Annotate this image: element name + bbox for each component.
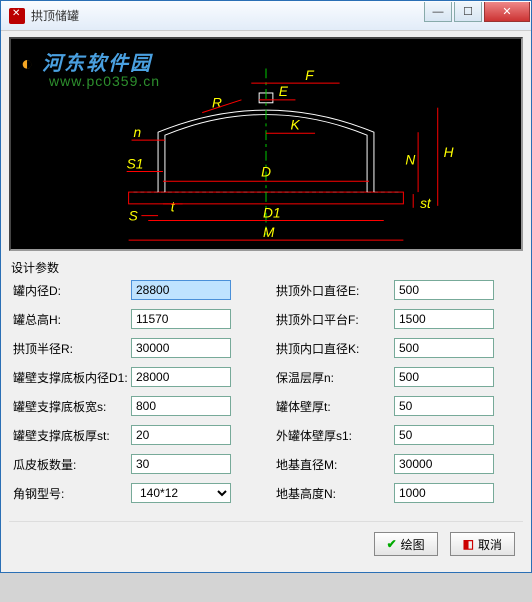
svg-text:K: K: [291, 117, 301, 132]
input-H[interactable]: [131, 309, 231, 329]
label-s: 罐壁支撑底板宽s:: [13, 398, 131, 415]
input-s[interactable]: [131, 396, 231, 416]
svg-text:t: t: [171, 200, 176, 215]
maximize-button[interactable]: ☐: [454, 2, 482, 22]
minimize-button[interactable]: —: [424, 2, 452, 22]
titlebar: 拱顶储罐 — ☐ ✕: [1, 1, 531, 31]
svg-text:H: H: [444, 145, 454, 160]
svg-text:S1: S1: [127, 157, 144, 172]
svg-text:D: D: [261, 164, 271, 179]
label-n: 保温层厚n:: [276, 369, 394, 386]
label-angle: 角钢型号:: [13, 485, 131, 502]
label-R: 拱顶半径R:: [13, 340, 131, 357]
label-petal: 瓜皮板数量:: [13, 456, 131, 473]
label-D: 罐内径D:: [13, 282, 131, 299]
svg-text:M: M: [263, 225, 275, 240]
svg-text:n: n: [134, 125, 142, 140]
svg-text:F: F: [305, 68, 315, 83]
label-s1: 外罐体壁厚s1:: [276, 427, 394, 444]
input-D[interactable]: [131, 280, 231, 300]
select-angle[interactable]: 140*12: [131, 483, 231, 503]
input-E[interactable]: [394, 280, 494, 300]
label-st: 罐壁支撑底板厚st:: [13, 427, 131, 444]
input-M[interactable]: [394, 454, 494, 474]
label-D1: 罐壁支撑底板内径D1:: [13, 369, 131, 386]
label-H: 罐总高H:: [13, 311, 131, 328]
watermark-url: www.pc0359.cn: [49, 73, 160, 89]
svg-text:D1: D1: [263, 206, 281, 221]
input-F[interactable]: [394, 309, 494, 329]
input-K[interactable]: [394, 338, 494, 358]
svg-text:st: st: [420, 196, 432, 211]
section-label: 设计参数: [11, 259, 523, 276]
label-N: 地基高度N:: [276, 485, 394, 502]
close-button[interactable]: ✕: [484, 2, 530, 22]
label-t: 罐体壁厚t:: [276, 398, 394, 415]
cancel-button[interactable]: ◧取消: [450, 532, 515, 556]
input-D1[interactable]: [131, 367, 231, 387]
label-M: 地基直径M:: [276, 456, 394, 473]
svg-text:N: N: [405, 153, 415, 168]
watermark-text: ◐ 河东软件园: [21, 47, 152, 76]
label-E: 拱顶外口直径E:: [276, 282, 394, 299]
input-R[interactable]: [131, 338, 231, 358]
input-N[interactable]: [394, 483, 494, 503]
window-title: 拱顶储罐: [31, 7, 422, 24]
label-F: 拱顶外口平台F:: [276, 311, 394, 328]
form-grid: 罐内径D: 拱顶外口直径E: 罐总高H: 拱顶外口平台F: 拱顶半径R: 拱顶内…: [9, 280, 523, 503]
input-t[interactable]: [394, 396, 494, 416]
input-n[interactable]: [394, 367, 494, 387]
check-icon: ✔: [387, 537, 397, 551]
label-K: 拱顶内口直径K:: [276, 340, 394, 357]
svg-text:E: E: [279, 84, 289, 99]
svg-text:S: S: [129, 209, 138, 224]
app-icon: [9, 8, 25, 24]
input-st[interactable]: [131, 425, 231, 445]
cancel-icon: ◧: [463, 537, 474, 551]
draw-button[interactable]: ✔绘图: [374, 532, 438, 556]
input-s1[interactable]: [394, 425, 494, 445]
diagram-panel: ◐ 河东软件园 www.pc0359.cn F E K D D1: [9, 37, 523, 251]
input-petal[interactable]: [131, 454, 231, 474]
